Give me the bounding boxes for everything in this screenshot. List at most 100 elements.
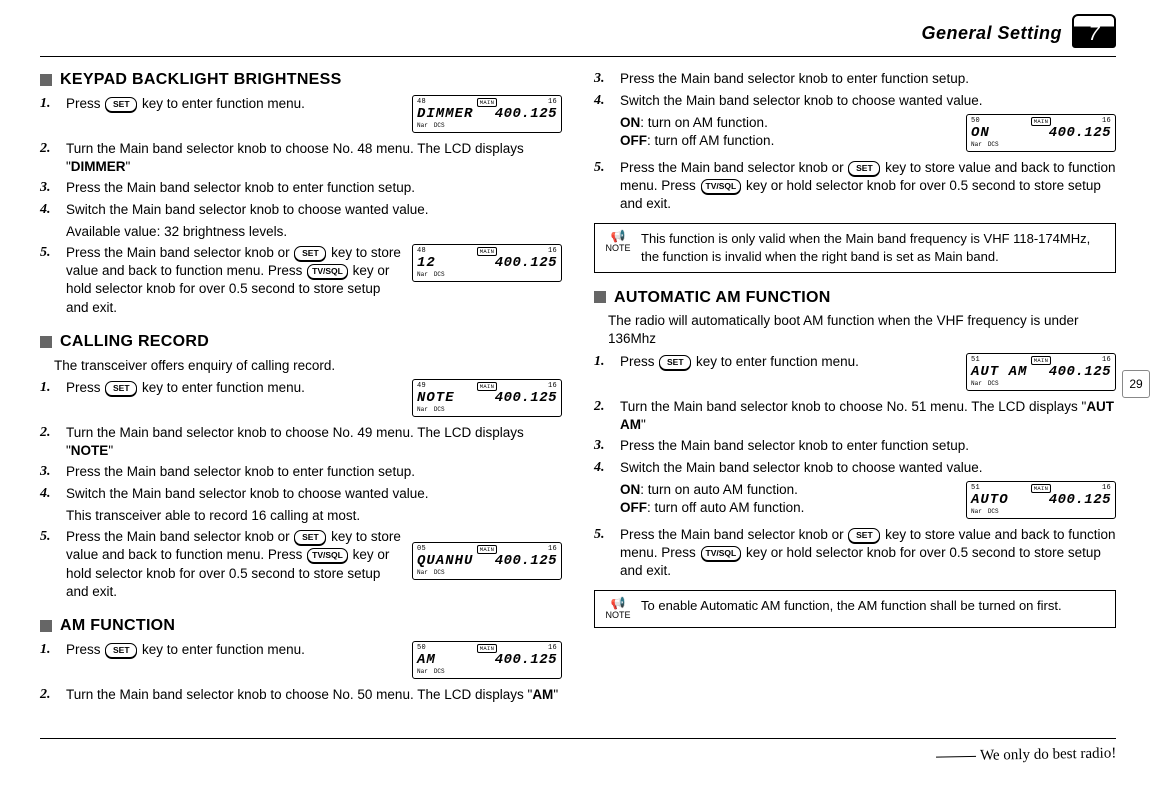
- step-sub: Available value: 32 brightness levels.: [66, 223, 562, 241]
- step-num: 1.: [40, 641, 58, 683]
- steps-list: 1. 50MAIN16 AM400.125 NarDCS Press SET k…: [40, 641, 562, 705]
- lcd-display: 51MAIN16 AUT AM400.125 NarDCS: [966, 353, 1116, 391]
- step-num: 3.: [594, 437, 612, 456]
- step-body: 51MAIN16 AUT AM400.125 NarDCS Press SET …: [620, 353, 1116, 395]
- steps-list: 5. 05MAIN16 QUANHU400.125 NarDCS Press t…: [40, 528, 562, 601]
- step-body: Press the Main band selector knob to ent…: [66, 463, 562, 482]
- step-body: Turn the Main band selector knob to choo…: [620, 398, 1116, 434]
- page-header: General Setting 7: [40, 22, 1116, 57]
- step-body: 50MAIN16 AM400.125 NarDCS Press SET key …: [66, 641, 562, 683]
- lcd-display: 49MAIN16 NOTE400.125 NarDCS: [412, 379, 562, 417]
- option-block: 50MAIN16 ON400.125 NarDCS ON: turn on AM…: [620, 114, 1116, 156]
- section-title: KEYPAD BACKLIGHT BRIGHTNESS: [60, 69, 342, 91]
- step-num: 5.: [594, 159, 612, 214]
- step-num: 4.: [40, 485, 58, 504]
- section-marker-icon: [40, 74, 52, 86]
- steps-list: 5. Press the Main band selector knob or …: [594, 526, 1116, 581]
- step-num: 2.: [40, 424, 58, 460]
- note-icon: 📢NOTE: [603, 230, 633, 253]
- content-columns: KEYPAD BACKLIGHT BRIGHTNESS 1. 48MAIN16 …: [40, 67, 1116, 708]
- step-num: 2.: [40, 140, 58, 176]
- set-key-icon: SET: [848, 528, 880, 543]
- note-text: To enable Automatic AM function, the AM …: [641, 597, 1062, 615]
- lcd-display: 48MAIN16 12400.125 NarDCS: [412, 244, 562, 282]
- steps-list: 5. Press the Main band selector knob or …: [594, 159, 1116, 214]
- set-key-icon: SET: [294, 530, 326, 545]
- step-num: 4.: [40, 201, 58, 220]
- step-body: Switch the Main band selector knob to ch…: [620, 459, 1116, 478]
- step-num: 5.: [40, 244, 58, 317]
- tvsql-key-icon: TV/SQL: [701, 179, 742, 194]
- chapter-badge: 7: [1072, 14, 1116, 48]
- section-marker-icon: [40, 336, 52, 348]
- section-title: AUTOMATIC AM FUNCTION: [614, 287, 831, 309]
- set-key-icon: SET: [848, 161, 880, 176]
- set-key-icon: SET: [294, 246, 326, 261]
- set-key-icon: SET: [659, 355, 691, 370]
- section-heading-dimmer: KEYPAD BACKLIGHT BRIGHTNESS: [40, 69, 562, 91]
- tvsql-key-icon: TV/SQL: [307, 548, 348, 563]
- step-body: Switch the Main band selector knob to ch…: [66, 485, 562, 504]
- footer-rule: [40, 738, 1116, 739]
- set-key-icon: SET: [105, 643, 137, 658]
- section-title: CALLING RECORD: [60, 331, 209, 353]
- section-intro: The transceiver offers enquiry of callin…: [54, 357, 562, 375]
- option-block: 51MAIN16 AUTO400.125 NarDCS ON: turn on …: [620, 481, 1116, 523]
- lcd-display: 48MAIN16 DIMMER400.125 NarDCS: [412, 95, 562, 133]
- step-body: Press the Main band selector knob to ent…: [66, 179, 562, 198]
- step-body: Press the Main band selector knob or SET…: [620, 159, 1116, 214]
- lcd-display: 05MAIN16 QUANHU400.125 NarDCS: [412, 542, 562, 580]
- page-number-tab: 29: [1122, 370, 1150, 398]
- step-body: Switch the Main band selector knob to ch…: [620, 92, 1116, 111]
- section-heading-am: AM FUNCTION: [40, 615, 562, 637]
- section-intro: The radio will automatically boot AM fun…: [608, 312, 1116, 348]
- lcd-display: 50MAIN16 AM400.125 NarDCS: [412, 641, 562, 679]
- steps-list: 3. Press the Main band selector knob to …: [594, 70, 1116, 111]
- step-body: 49MAIN16 NOTE400.125 NarDCS Press SET ke…: [66, 379, 562, 421]
- lcd-display: 51MAIN16 AUTO400.125 NarDCS: [966, 481, 1116, 519]
- set-key-icon: SET: [105, 381, 137, 396]
- step-num: 5.: [40, 528, 58, 601]
- step-num: 4.: [594, 459, 612, 478]
- step-num: 2.: [40, 686, 58, 705]
- note-box: 📢NOTE To enable Automatic AM function, t…: [594, 590, 1116, 627]
- steps-list: 5. 48MAIN16 12400.125 NarDCS Press the M…: [40, 244, 562, 317]
- lcd-display: 50MAIN16 ON400.125 NarDCS: [966, 114, 1116, 152]
- note-text: This function is only valid when the Mai…: [641, 230, 1107, 265]
- step-num: 5.: [594, 526, 612, 581]
- note-icon: 📢NOTE: [603, 597, 633, 620]
- step-body: Press the Main band selector knob to ent…: [620, 70, 1116, 89]
- left-column: KEYPAD BACKLIGHT BRIGHTNESS 1. 48MAIN16 …: [40, 67, 562, 708]
- chapter-number: 7: [1088, 23, 1099, 46]
- step-body: Press the Main band selector knob or SET…: [620, 526, 1116, 581]
- section-marker-icon: [594, 291, 606, 303]
- steps-list: 1. 49MAIN16 NOTE400.125 NarDCS Press SET…: [40, 379, 562, 504]
- step-body: Turn the Main band selector knob to choo…: [66, 686, 562, 705]
- set-key-icon: SET: [105, 97, 137, 112]
- note-box: 📢NOTE This function is only valid when t…: [594, 223, 1116, 272]
- step-num: 3.: [40, 463, 58, 482]
- right-column: 3. Press the Main band selector knob to …: [594, 67, 1116, 708]
- step-body: 48MAIN16 DIMMER400.125 NarDCS Press SET …: [66, 95, 562, 137]
- step-num: 3.: [594, 70, 612, 89]
- section-marker-icon: [40, 620, 52, 632]
- section-heading-auto-am: AUTOMATIC AM FUNCTION: [594, 287, 1116, 309]
- step-num: 3.: [40, 179, 58, 198]
- header-title: General Setting: [921, 21, 1062, 45]
- step-body: Switch the Main band selector knob to ch…: [66, 201, 562, 220]
- steps-list: 1. 48MAIN16 DIMMER400.125 NarDCS Press S…: [40, 95, 562, 220]
- steps-list: 1. 51MAIN16 AUT AM400.125 NarDCS Press S…: [594, 353, 1116, 478]
- step-num: 1.: [40, 379, 58, 421]
- step-num: 1.: [594, 353, 612, 395]
- step-body: Turn the Main band selector knob to choo…: [66, 424, 562, 460]
- section-title: AM FUNCTION: [60, 615, 175, 637]
- tvsql-key-icon: TV/SQL: [701, 546, 742, 561]
- page: General Setting 7 KEYPAD BACKLIGHT BRIGH…: [0, 0, 1156, 785]
- step-sub: This transceiver able to record 16 calli…: [66, 507, 562, 525]
- step-body: Turn the Main band selector knob to choo…: [66, 140, 562, 176]
- step-body: Press the Main band selector knob to ent…: [620, 437, 1116, 456]
- section-heading-calling: CALLING RECORD: [40, 331, 562, 353]
- step-body: 05MAIN16 QUANHU400.125 NarDCS Press the …: [66, 528, 562, 601]
- step-num: 1.: [40, 95, 58, 137]
- tvsql-key-icon: TV/SQL: [307, 264, 348, 279]
